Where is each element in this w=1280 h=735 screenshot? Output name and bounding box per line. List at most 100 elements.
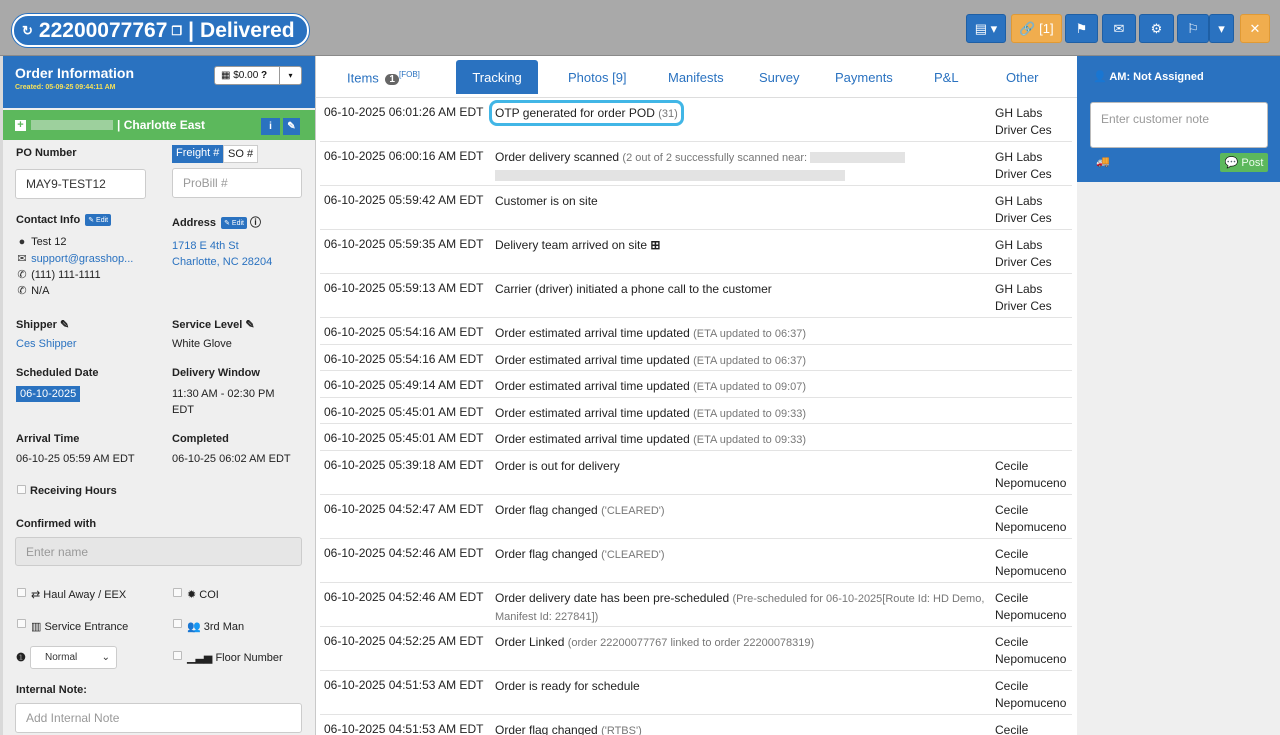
tracking-time: 06-10-2025 04:52:46 AM EDT: [324, 545, 484, 560]
receiving-hours-checkbox[interactable]: [17, 485, 26, 494]
tracking-user: Cecile Nepomuceno: [995, 458, 1067, 490]
contact-alt-phone: ✆ N/A: [17, 285, 50, 297]
tracking-event: Customer is on site: [495, 194, 598, 208]
tab-manifests[interactable]: Manifests: [668, 70, 724, 85]
haul-away-checkbox[interactable]: [17, 588, 26, 597]
region-label: | Charlotte East: [117, 118, 206, 132]
address-line1[interactable]: 1718 E 4th St: [172, 240, 239, 252]
info-icon[interactable]: ⓘ: [250, 217, 261, 229]
tracking-user: Cecile: [995, 722, 1029, 735]
top-bar: ↻ 22200077767 ❐ | Delivered ▤ ▾ 🔗 [1] ⚑ …: [0, 0, 1280, 56]
tab-other[interactable]: Other: [1006, 70, 1039, 85]
tracking-event: Order is out for delivery: [495, 458, 620, 473]
info-button[interactable]: i: [261, 118, 280, 135]
email-button[interactable]: ✉: [1102, 14, 1136, 43]
tracking-row: 06-10-2025 05:54:16 AM EDT Order estimat…: [320, 345, 1072, 371]
internal-note-input[interactable]: Add Internal Note: [15, 703, 302, 733]
tab-photos[interactable]: Photos [9]: [568, 70, 627, 85]
shipper-value[interactable]: Ces Shipper: [16, 338, 77, 350]
document-dropdown-button[interactable]: ▤ ▾: [966, 14, 1006, 43]
expand-icon[interactable]: ⊞: [650, 238, 660, 252]
tab-pl[interactable]: P&L: [934, 70, 959, 85]
route-dropdown-button[interactable]: ▾: [1209, 14, 1234, 43]
priority-select[interactable]: Normal ⌄: [30, 646, 117, 669]
tab-items[interactable]: Items 1 [FOB]: [347, 70, 420, 86]
tracking-time: 06-10-2025 05:45:01 AM EDT: [324, 404, 484, 419]
edit-contact-button[interactable]: ✎ Edit: [85, 214, 112, 227]
haul-away-label: ⇄ Haul Away / EEX: [31, 589, 127, 601]
tracking-user: GH Labs Driver Ces: [995, 106, 1052, 137]
tracking-user: Cecile Nepomuceno: [995, 546, 1067, 578]
edit-icon: ✎: [287, 121, 296, 132]
links-button[interactable]: 🔗 [1]: [1011, 14, 1062, 43]
completed-label: Completed: [172, 433, 229, 445]
probill-input[interactable]: ProBill #: [172, 168, 302, 198]
order-status: Delivered: [200, 18, 295, 42]
tracking-event: Order estimated arrival time updated (ET…: [495, 432, 807, 446]
freight-tab[interactable]: Freight #: [172, 145, 224, 163]
confirmed-name-input[interactable]: Enter name: [15, 537, 302, 566]
route-button[interactable]: ⚐: [1177, 14, 1209, 43]
post-note-button[interactable]: 💬 Post: [1220, 153, 1268, 172]
tracking-list: 06-10-2025 06:01:26 AM EDT OTP generated…: [320, 98, 1072, 735]
signal-icon: ▁▃▅: [187, 652, 213, 664]
expand-icon[interactable]: +: [15, 119, 26, 131]
edit-customer-button[interactable]: ✎: [283, 118, 300, 135]
scheduled-date-badge[interactable]: 06-10-2025: [16, 386, 81, 402]
shipper-label: Shipper ✎: [16, 319, 70, 331]
contact-email[interactable]: ✉ support@grasshop...: [16, 252, 133, 265]
third-man-checkbox[interactable]: [173, 619, 182, 628]
user-tie-icon: 👤: [1093, 71, 1107, 83]
po-number-input[interactable]: MAY9-TEST12: [15, 169, 146, 199]
po-number-label: PO Number: [16, 147, 77, 159]
customer-note-input[interactable]: Enter customer note: [1090, 102, 1268, 148]
tracking-time: 06-10-2025 05:54:16 AM EDT: [324, 325, 484, 339]
tracking-user: Cecile Nepomuceno: [995, 634, 1067, 666]
edit-icon[interactable]: ✎: [60, 319, 69, 331]
order-status-pill[interactable]: ↻ 22200077767 ❐ | Delivered: [12, 14, 309, 47]
copy-icon[interactable]: ❐: [171, 24, 182, 38]
tracking-event: Order Linked (order 22200077767 linked t…: [495, 634, 815, 649]
edit-icon[interactable]: ✎: [245, 319, 254, 331]
edit-address-button[interactable]: ✎ Edit: [221, 217, 247, 230]
tab-payments[interactable]: Payments: [835, 70, 893, 85]
close-button[interactable]: ✕: [1240, 14, 1270, 43]
tracking-row: 06-10-2025 05:59:42 AM EDT Customer is o…: [320, 186, 1072, 230]
tracking-user: GH Labs Driver Ces: [995, 238, 1052, 269]
tracking-event: Order estimated arrival time updated (ET…: [495, 379, 807, 393]
tracking-time: 06-10-2025 04:52:47 AM EDT: [324, 501, 484, 516]
chevron-down-icon: ▾: [279, 67, 301, 84]
amount-dropdown[interactable]: ▦ $0.00 ? ▾: [214, 66, 302, 85]
close-icon: ✕: [1249, 20, 1261, 36]
created-timestamp: Created: 05-09-25 09:44:11 AM: [15, 84, 116, 91]
coi-checkbox[interactable]: [173, 588, 182, 597]
phone-icon: ✆: [17, 285, 27, 297]
tracking-user: Cecile Nepomuceno: [995, 590, 1067, 622]
tracking-panel: Items 1 [FOB] Tracking Photos [9] Manifes…: [316, 56, 1077, 735]
tab-tracking[interactable]: Tracking: [456, 60, 538, 94]
tracking-time: 06-10-2025 06:01:26 AM EDT: [324, 105, 484, 119]
info-icon: i: [269, 121, 272, 132]
truck-icon: 🚚: [1096, 156, 1110, 168]
tracking-time: 06-10-2025 05:49:14 AM EDT: [324, 378, 484, 392]
comment-icon: 💬: [1224, 157, 1239, 169]
tracking-time: 06-10-2025 05:54:16 AM EDT: [324, 351, 484, 366]
tracking-time: 06-10-2025 04:51:53 AM EDT: [324, 721, 484, 735]
certificate-icon: ✹: [187, 589, 197, 601]
customer-name-redacted: [31, 120, 113, 130]
tracking-user: GH Labs Driver Ces: [995, 282, 1052, 313]
so-tab[interactable]: SO #: [223, 145, 259, 163]
tracking-event: Order estimated arrival time updated (ET…: [495, 326, 807, 340]
address-line2[interactable]: Charlotte, NC 28204: [172, 256, 272, 268]
tab-survey[interactable]: Survey: [759, 70, 799, 85]
tracking-user: Cecile Nepomuceno: [995, 502, 1067, 534]
flag-button[interactable]: ⚑: [1065, 14, 1098, 43]
right-panel-background: [1077, 182, 1280, 735]
refresh-icon[interactable]: ↻: [22, 23, 33, 39]
settings-button[interactable]: ⚙: [1139, 14, 1174, 43]
tracking-row: 06-10-2025 05:49:14 AM EDT Order estimat…: [320, 371, 1072, 398]
service-entrance-checkbox[interactable]: [17, 619, 26, 628]
order-info-panel: Order Information Created: 05-09-25 09:4…: [3, 56, 316, 735]
tracking-time: 06-10-2025 05:39:18 AM EDT: [324, 457, 484, 472]
floor-number-checkbox[interactable]: [173, 651, 182, 660]
